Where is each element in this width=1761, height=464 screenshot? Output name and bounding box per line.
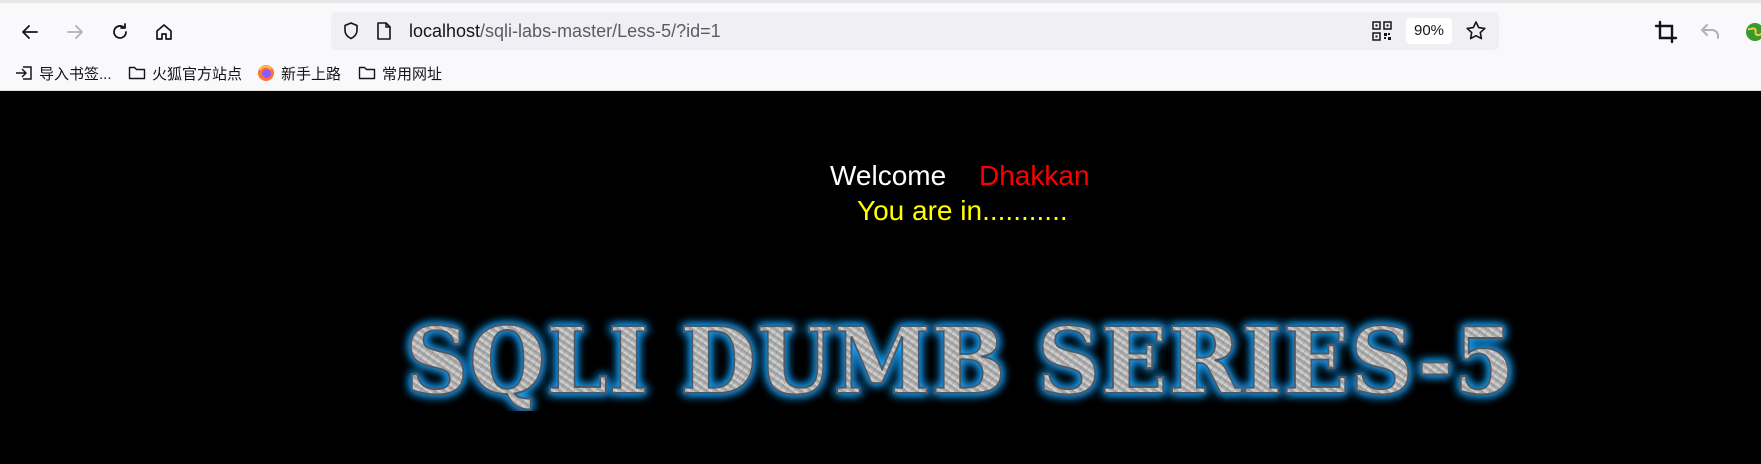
url-host: localhost <box>409 21 481 41</box>
forward-button[interactable] <box>60 17 90 47</box>
reload-icon <box>113 23 127 39</box>
welcome-text: Welcome <box>830 160 947 191</box>
zoom-level-button[interactable]: 90% <box>1406 18 1452 44</box>
bookmark-label: 新手上路 <box>281 65 342 83</box>
series-banner: SQLI DUMB SERIES-5 <box>404 306 1516 411</box>
firefox-logo-icon <box>258 65 274 81</box>
login-status: You are in........... <box>857 195 1068 226</box>
bookmarks-toolbar: 导入书签... 火狐官方站点 新手上路 常用网址 <box>0 56 1761 91</box>
star-bookmark-icon[interactable] <box>1465 20 1487 42</box>
bookmark-import[interactable]: 导入书签... <box>15 56 112 90</box>
extension-globe-icon[interactable] <box>1743 20 1761 44</box>
bookmark-label: 常用网址 <box>382 65 443 83</box>
qr-code-icon[interactable] <box>1372 21 1392 41</box>
undo-icon[interactable] <box>1698 20 1722 44</box>
browser-toolbar: localhost/sqli-labs-master/Less-5/?id=1 … <box>0 3 1761 56</box>
back-button[interactable] <box>15 17 45 47</box>
page-icon[interactable] <box>375 21 393 41</box>
folder-icon <box>358 66 376 80</box>
bookmark-folder-firefox-sites[interactable]: 火狐官方站点 <box>128 56 242 90</box>
address-bar[interactable]: localhost/sqli-labs-master/Less-5/?id=1 … <box>331 12 1499 50</box>
import-icon <box>16 66 32 80</box>
url-path: /sqli-labs-master/Less-5/?id=1 <box>480 21 721 41</box>
arrow-left-icon <box>22 25 38 39</box>
shield-icon[interactable] <box>341 21 361 41</box>
home-button[interactable] <box>149 17 179 47</box>
reload-button[interactable] <box>105 17 135 47</box>
home-icon <box>156 24 172 40</box>
banner-title: SQLI DUMB SERIES-5 <box>405 307 1515 411</box>
arrow-right-icon <box>67 25 83 39</box>
folder-icon <box>128 66 146 80</box>
url-text[interactable]: localhost/sqli-labs-master/Less-5/?id=1 <box>409 12 721 50</box>
page-content: Welcome Dhakkan You are in........... SQ… <box>0 91 1761 464</box>
bookmark-getting-started[interactable]: 新手上路 <box>257 56 341 90</box>
bookmark-label: 火狐官方站点 <box>152 65 243 83</box>
bookmark-folder-common-sites[interactable]: 常用网址 <box>358 56 442 90</box>
user-name: Dhakkan <box>979 160 1090 191</box>
bookmark-label: 导入书签... <box>39 65 112 83</box>
crop-screenshot-icon[interactable] <box>1654 20 1678 44</box>
